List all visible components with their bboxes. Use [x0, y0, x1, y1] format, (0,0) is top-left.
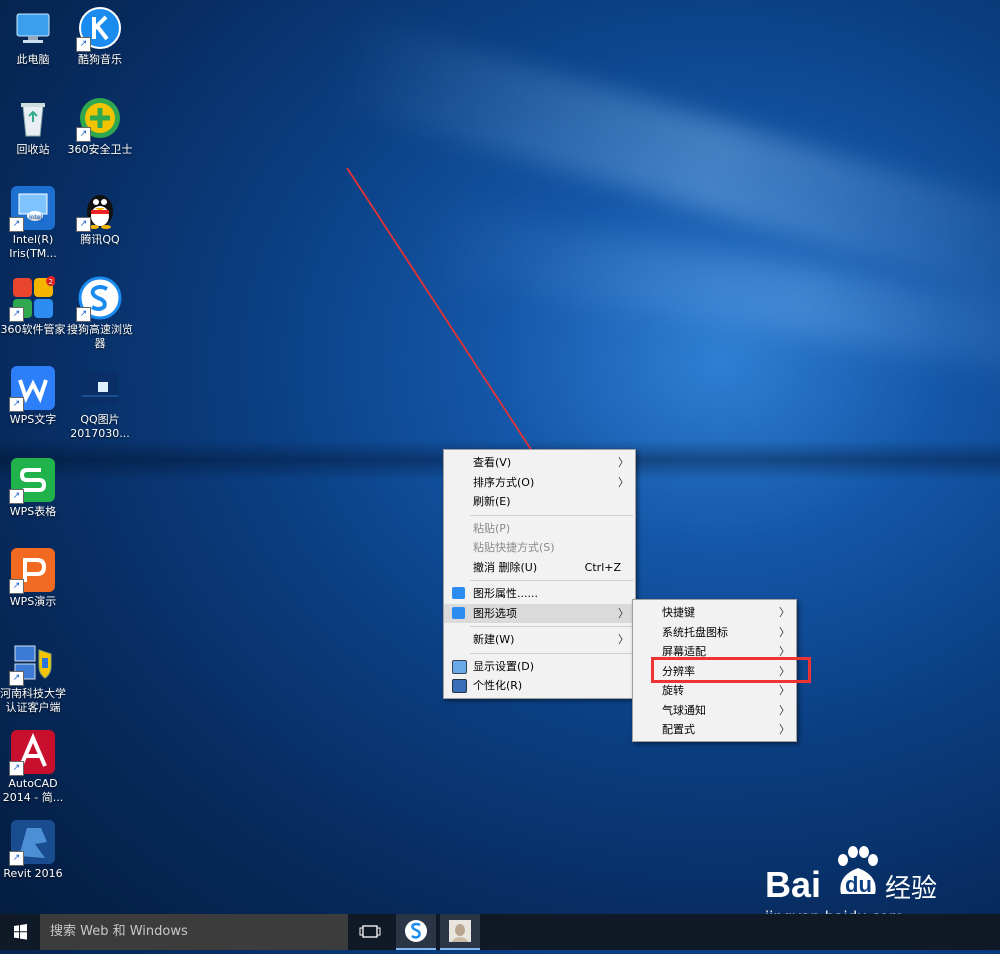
taskbar-app-sogou-browser[interactable] [396, 914, 436, 950]
chevron-right-icon: 〉 [618, 633, 629, 646]
search-input[interactable]: 搜索 Web 和 Windows [40, 914, 348, 950]
menu-item-new[interactable]: 新建(W) 〉 [444, 630, 635, 650]
chevron-right-icon: 〉 [779, 703, 790, 717]
intel-graphics-icon [452, 606, 465, 619]
task-view-icon [359, 925, 381, 938]
menu-item-refresh[interactable]: 刷新(E) [444, 492, 635, 512]
windows-logo-icon [14, 924, 27, 940]
watermark-jingyan: 经验 [885, 874, 938, 904]
sogou-browser-icon [405, 920, 427, 942]
personalize-icon [452, 679, 467, 693]
submenu-item-balloon-notification[interactable]: 气球通知〉 [633, 701, 796, 721]
taskbar: 搜索 Web 和 Windows [0, 914, 1000, 950]
intel-graphics-icon [452, 587, 465, 599]
menu-item-view[interactable]: 查看(V) 〉 [444, 453, 635, 473]
submenu-item-profiles[interactable]: 配置式〉 [633, 720, 796, 740]
chevron-right-icon: 〉 [779, 606, 790, 619]
chevron-right-icon: 〉 [779, 723, 790, 736]
search-placeholder: 搜索 Web 和 Windows [50, 924, 188, 939]
shortcut-key-label: Ctrl+Z [584, 560, 621, 574]
start-button[interactable] [0, 914, 40, 950]
chevron-right-icon: 〉 [779, 625, 790, 639]
chevron-right-icon: 〉 [618, 606, 629, 620]
menu-item-graphics-options[interactable]: 图形选项〉 [444, 603, 635, 623]
menu-item-paste-shortcut: 粘贴快捷方式(S) [473, 541, 555, 554]
menu-separator [470, 626, 633, 627]
menu-item-paste: 粘贴(P) [473, 521, 511, 535]
menu-item-undo-delete[interactable]: 撤消 删除(U) Ctrl+Z [444, 558, 635, 578]
monitor-icon [452, 659, 467, 674]
submenu-item-rotation[interactable]: 旋转〉 [633, 681, 796, 701]
chevron-right-icon: 〉 [618, 475, 629, 489]
menu-separator [470, 580, 633, 581]
menu-item-display-settings[interactable]: 显示设置(D) [444, 657, 635, 677]
chevron-right-icon: 〉 [779, 684, 790, 697]
watermark-brand-du: du [845, 872, 872, 897]
menu-item-personalize[interactable]: 个性化(R) [444, 676, 635, 696]
task-view-button[interactable] [350, 914, 390, 950]
highlight-annotation-box [651, 657, 811, 683]
menu-separator [470, 652, 633, 654]
menu-item-graphics-properties[interactable]: 图形属性...... [444, 584, 635, 604]
menu-item-sort[interactable]: 排序方式(O) 〉 [444, 473, 635, 493]
photo-icon [449, 920, 471, 942]
submenu-item-tray-icon[interactable]: 系统托盘图标〉 [633, 623, 796, 643]
menu-separator [470, 514, 633, 516]
submenu-item-hotkeys[interactable]: 快捷键〉 [633, 603, 796, 623]
chevron-right-icon: 〉 [618, 456, 629, 469]
watermark-brand: Bai [765, 864, 822, 905]
taskbar-app-image-viewer[interactable] [440, 914, 480, 950]
desktop-context-menu: 查看(V) 〉 排序方式(O) 〉 刷新(E) 粘贴(P) 粘贴快捷方式(S) 撤消… [443, 449, 636, 699]
